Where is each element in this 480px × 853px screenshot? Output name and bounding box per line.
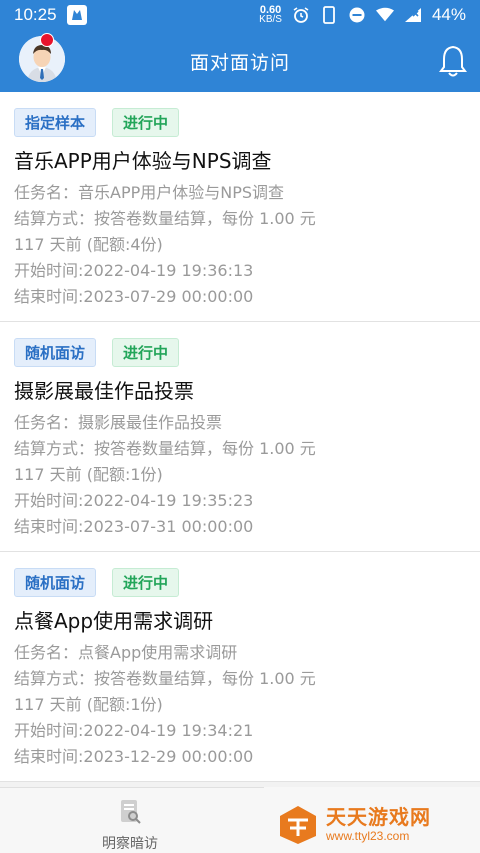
task-status-tag: 进行中 (112, 338, 180, 367)
task-settlement: 结算方式：按答卷数量结算，每份 1.00 元 (14, 669, 316, 688)
notification-badge (40, 33, 54, 47)
task-name: 任务名：点餐App使用需求调研 (14, 643, 238, 662)
phone-icon (320, 6, 338, 24)
task-title: 音乐APP用户体验与NPS调查 (14, 149, 272, 173)
bell-icon[interactable] (438, 44, 468, 78)
task-type-tag: 随机面访 (14, 568, 97, 597)
watermark-logo-icon (276, 802, 320, 846)
divider (0, 787, 264, 788)
task-start-time: 开始时间:2022-04-19 19:34:21 (14, 721, 254, 740)
app-notification-icon (66, 5, 87, 25)
watermark: 天天游戏网 www.ttyl23.com (276, 800, 476, 848)
task-status-tag: 进行中 (112, 108, 180, 137)
signal-icon (404, 6, 422, 24)
task-end-time: 结束时间:2023-07-29 00:00:00 (14, 287, 254, 306)
tab-label: 明察暗访 (102, 836, 158, 852)
task-title: 摄影展最佳作品投票 (14, 379, 194, 403)
task-card[interactable]: 随机面访 进行中 点餐App使用需求调研 任务名：点餐App使用需求调研 结算方… (0, 552, 480, 782)
task-age-quota: 117 天前 (配额:1份) (14, 465, 163, 484)
task-name: 任务名：音乐APP用户体验与NPS调查 (14, 183, 285, 202)
task-age-quota: 117 天前 (配额:4份) (14, 235, 163, 254)
task-card[interactable]: 指定样本 进行中 音乐APP用户体验与NPS调查 任务名：音乐APP用户体验与N… (0, 92, 480, 322)
battery-level: 44% (431, 5, 466, 24)
task-name: 任务名：摄影展最佳作品投票 (14, 413, 223, 432)
task-settlement: 结算方式：按答卷数量结算，每份 1.00 元 (14, 439, 316, 458)
task-end-time: 结束时间:2023-12-29 00:00:00 (14, 747, 254, 766)
task-age-quota: 117 天前 (配额:1份) (14, 695, 163, 714)
alarm-icon (292, 6, 310, 24)
task-end-time: 结束时间:2023-07-31 00:00:00 (14, 517, 254, 536)
task-title: 点餐App使用需求调研 (14, 609, 214, 633)
task-settlement: 结算方式：按答卷数量结算，每份 1.00 元 (14, 209, 316, 228)
task-start-time: 开始时间:2022-04-19 19:36:13 (14, 261, 254, 280)
app-bar: 面对面访问 (0, 30, 480, 92)
status-time: 10:25 (14, 5, 57, 24)
task-card[interactable]: 随机面访 进行中 摄影展最佳作品投票 任务名：摄影展最佳作品投票 结算方式：按答… (0, 322, 480, 552)
watermark-url: www.ttyl23.com (326, 829, 410, 843)
network-speed: 0.60 KB/S (259, 4, 282, 25)
task-list: 指定样本 进行中 音乐APP用户体验与NPS调查 任务名：音乐APP用户体验与N… (0, 92, 480, 782)
task-status-tag: 进行中 (112, 568, 180, 597)
dnd-icon (348, 6, 366, 24)
tab-mystery-visit[interactable]: 明察暗访 (80, 799, 180, 853)
document-icon (118, 799, 142, 829)
task-type-tag: 随机面访 (14, 338, 97, 367)
watermark-name: 天天游戏网 (326, 805, 431, 829)
task-type-tag: 指定样本 (14, 108, 97, 137)
status-bar: 10:25 0.60 KB/S 44% (0, 0, 480, 30)
page-title: 面对面访问 (189, 51, 290, 74)
wifi-icon (375, 6, 394, 24)
task-start-time: 开始时间:2022-04-19 19:35:23 (14, 491, 254, 510)
